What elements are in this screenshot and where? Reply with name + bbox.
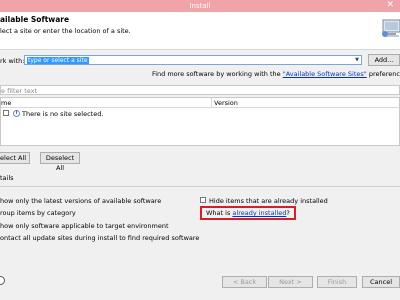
install-wizard-icon	[382, 19, 400, 37]
wizard-header: ailable Software lect a site or enter th…	[0, 12, 400, 50]
row-checkbox[interactable]	[3, 110, 9, 116]
finish-button[interactable]: Finish	[317, 276, 357, 288]
available-software-sites-link[interactable]: "Available Software Sites"	[283, 70, 367, 78]
already-installed-link[interactable]: already installed	[232, 209, 286, 217]
column-divider[interactable]	[211, 98, 212, 107]
close-icon[interactable]: ✕	[386, 0, 394, 10]
contact-all-sites-label: ontact all update sites during install t…	[0, 234, 200, 242]
find-more-suffix: preferenc	[366, 70, 400, 78]
details-separator	[0, 186, 400, 187]
what-suffix: ?	[286, 209, 290, 217]
window-title: Install	[189, 2, 211, 10]
target-environment-label: how only software applicable to target e…	[0, 222, 169, 230]
software-table: me Version i There is no site selected.	[0, 97, 400, 146]
next-button[interactable]: Next >	[268, 276, 313, 288]
work-with-label: rk with:	[0, 57, 25, 65]
page-title: ailable Software	[0, 15, 70, 24]
find-more-prefix: Find more software by working with the	[151, 70, 283, 78]
details-label: tails	[0, 174, 14, 182]
latest-versions-label: how only the latest versions of availabl…	[0, 197, 162, 205]
site-combo-text: type or select a site	[27, 57, 89, 64]
help-icon[interactable]	[0, 276, 5, 285]
group-by-category-label: roup items by category	[0, 209, 76, 217]
deselect-all-button[interactable]: Deselect All	[40, 152, 80, 172]
back-button[interactable]: < Back	[222, 276, 267, 288]
filter-placeholder: e filter text	[1, 87, 38, 95]
page-subtitle: lect a site or enter the location of a s…	[0, 27, 131, 35]
filter-input[interactable]: e filter text	[0, 85, 400, 95]
hide-installed-label: Hide items that are already installed	[209, 197, 328, 205]
add-button[interactable]: Add...	[368, 54, 400, 66]
select-all-button[interactable]: Select All	[0, 152, 30, 164]
hide-installed-checkbox[interactable]	[200, 197, 206, 203]
column-version-header[interactable]: Version	[214, 99, 238, 107]
no-site-message: There is no site selected.	[22, 110, 104, 118]
find-more-text: Find more software by working with the "…	[152, 70, 400, 78]
title-bar: Install ✕	[0, 0, 400, 12]
info-icon: i	[13, 110, 20, 117]
chevron-down-icon[interactable]: ▼	[355, 57, 359, 63]
cancel-button[interactable]: Cancel	[362, 276, 400, 288]
what-prefix: What is	[206, 209, 233, 217]
what-installed-text: What is already installed?	[206, 209, 290, 217]
header-divider	[1, 107, 400, 108]
column-name-header[interactable]: me	[1, 99, 11, 107]
site-combo-input[interactable]: type or select a site ▼	[24, 55, 362, 65]
